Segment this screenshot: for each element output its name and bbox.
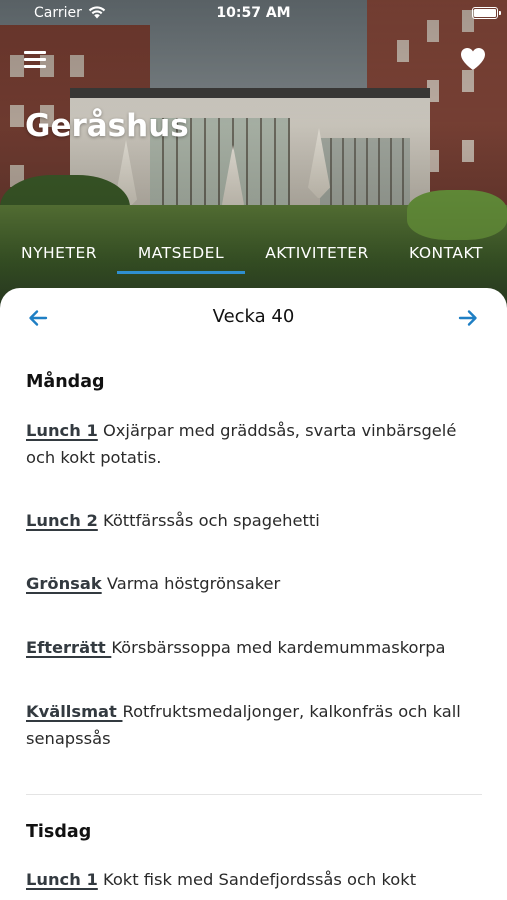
week-navigator: Vecka 40 — [0, 302, 507, 334]
meal-text: Köttfärssås och spagehetti — [97, 511, 320, 530]
menu-card: Vecka 40 Måndag Lunch 1 Oxjärpar med grä… — [0, 288, 507, 900]
page-title: Geråshus — [25, 108, 189, 144]
tab-aktiviteter[interactable]: AKTIVITETER — [262, 240, 372, 276]
menu-item: Efterrätt Körsbärssoppa med kardemummask… — [26, 634, 481, 661]
heart-icon[interactable] — [460, 47, 486, 71]
day-divider — [26, 794, 482, 795]
menu-item: Lunch 1 Kokt fisk med Sandefjordssås och… — [26, 866, 481, 893]
arrow-right-icon[interactable] — [458, 308, 478, 328]
meal-label: Kvällsmat — [26, 702, 123, 721]
meal-label: Efterrätt — [26, 638, 112, 657]
meal-text: Kokt fisk med Sandefjordssås och kokt — [97, 870, 417, 889]
meal-text: Varma höstgrönsaker — [101, 574, 281, 593]
meal-label: Grönsak — [26, 574, 102, 593]
meal-text: Körsbärssoppa med kardemummaskorpa — [111, 638, 446, 657]
tab-bar: NYHETER MATSEDEL AKTIVITETER KONTAKT — [0, 240, 507, 276]
battery-icon — [472, 7, 501, 19]
tab-nyheter[interactable]: NYHETER — [20, 240, 98, 276]
day-heading: Måndag — [26, 372, 105, 392]
day-heading: Tisdag — [26, 822, 92, 842]
hamburger-menu-icon[interactable] — [24, 51, 48, 69]
meal-label: Lunch 1 — [26, 870, 98, 889]
menu-item: Lunch 2 Köttfärssås och spagehetti — [26, 507, 481, 534]
menu-item: Kvällsmat Rotfruktsmedaljonger, kalkonfr… — [26, 698, 481, 752]
menu-item: Lunch 1 Oxjärpar med gräddsås, svarta vi… — [26, 417, 481, 471]
status-bar: Carrier 10:57 AM — [0, 0, 507, 26]
meal-label: Lunch 2 — [26, 511, 98, 530]
week-label: Vecka 40 — [212, 306, 295, 327]
tab-matsedel[interactable]: MATSEDEL — [117, 240, 245, 276]
menu-item: Grönsak Varma höstgrönsaker — [26, 570, 481, 597]
meal-label: Lunch 1 — [26, 421, 98, 440]
tab-kontakt[interactable]: KONTAKT — [404, 240, 488, 276]
clock: 10:57 AM — [216, 5, 291, 21]
